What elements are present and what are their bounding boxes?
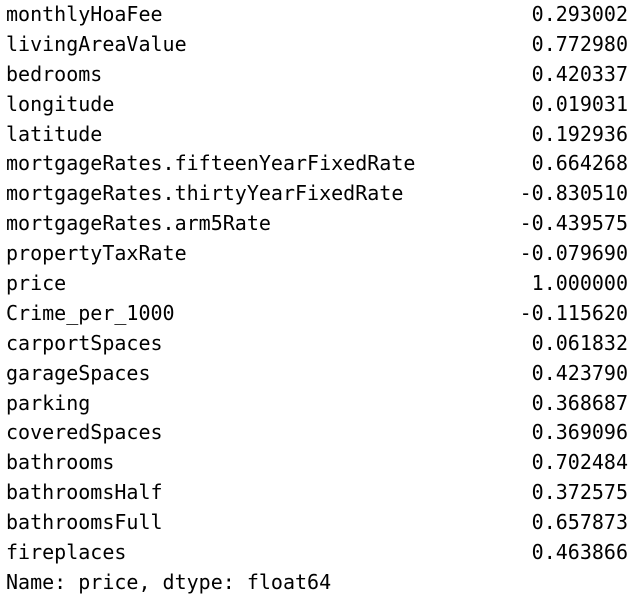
series-row-value: 0.664268 bbox=[531, 151, 628, 176]
series-row-value: 0.372575 bbox=[531, 480, 628, 505]
series-row: price 1.000000 bbox=[6, 269, 628, 299]
series-row: latitude 0.192936 bbox=[6, 120, 628, 150]
series-row: bathroomsHalf 0.372575 bbox=[6, 478, 628, 508]
series-row-label: bathroomsHalf bbox=[6, 480, 163, 505]
series-row-label: garageSpaces bbox=[6, 360, 151, 385]
series-row-value: 0.061832 bbox=[531, 330, 628, 355]
series-row-label: mortgageRates.arm5Rate bbox=[6, 211, 271, 236]
series-output: monthlyHoaFee 0.293002 livingAreaValue 0.77… bbox=[6, 0, 628, 598]
series-row-label: bedrooms bbox=[6, 61, 103, 86]
series-row-value: 0.369096 bbox=[531, 420, 628, 445]
series-row-value: 0.423790 bbox=[531, 360, 628, 385]
series-row-label: livingAreaValue bbox=[6, 31, 187, 56]
series-row-label: longitude bbox=[6, 91, 115, 116]
series-row-label: coveredSpaces bbox=[6, 420, 163, 445]
series-row: fireplaces 0.463866 bbox=[6, 538, 628, 568]
series-row-value: -0.079690 bbox=[519, 241, 628, 266]
series-row-value: 0.293002 bbox=[531, 2, 628, 26]
series-row-label: latitude bbox=[6, 121, 103, 146]
series-row: propertyTaxRate -0.079690 bbox=[6, 239, 628, 269]
series-row: parking 0.368687 bbox=[6, 389, 628, 419]
series-row: bathrooms 0.702484 bbox=[6, 448, 628, 478]
series-row: mortgageRates.fifteenYearFixedRate 0.6642… bbox=[6, 149, 628, 179]
series-row-label: price bbox=[6, 271, 67, 296]
series-row-label: Crime_per_1000 bbox=[6, 300, 175, 325]
series-row-label: mortgageRates.fifteenYearFixedRate bbox=[6, 151, 416, 176]
series-row-label: parking bbox=[6, 390, 91, 415]
series-row-value: -0.439575 bbox=[519, 211, 628, 236]
series-row: garageSpaces 0.423790 bbox=[6, 359, 628, 389]
series-row-label: carportSpaces bbox=[6, 330, 163, 355]
series-row-value: 0.702484 bbox=[531, 450, 628, 475]
series-row: coveredSpaces 0.369096 bbox=[6, 418, 628, 448]
series-row: carportSpaces 0.061832 bbox=[6, 329, 628, 359]
series-row-value: -0.830510 bbox=[519, 181, 628, 206]
series-row-value: 0.463866 bbox=[531, 540, 628, 565]
series-row: mortgageRates.arm5Rate -0.439575 bbox=[6, 209, 628, 239]
series-row-value: 1.000000 bbox=[531, 271, 628, 296]
series-footer: Name: price, dtype: float64 bbox=[6, 569, 332, 594]
series-row-label: mortgageRates.thirtyYearFixedRate bbox=[6, 181, 404, 206]
series-row-label: bathroomsFull bbox=[6, 510, 163, 535]
series-row-value: 0.368687 bbox=[531, 390, 628, 415]
series-row-value: 0.657873 bbox=[531, 510, 628, 535]
series-row: mortgageRates.thirtyYearFixedRate -0.8305… bbox=[6, 179, 628, 209]
series-row: monthlyHoaFee 0.293002 bbox=[6, 0, 628, 30]
series-row-value: 0.192936 bbox=[531, 121, 628, 146]
series-row: longitude 0.019031 bbox=[6, 90, 628, 120]
series-row-label: fireplaces bbox=[6, 540, 127, 565]
series-row-label: propertyTaxRate bbox=[6, 241, 187, 266]
series-row: livingAreaValue 0.772980 bbox=[6, 30, 628, 60]
series-row-value: 0.420337 bbox=[531, 61, 628, 86]
series-row: bedrooms 0.420337 bbox=[6, 60, 628, 90]
series-row: Crime_per_1000 -0.115620 bbox=[6, 299, 628, 329]
series-row-value: -0.115620 bbox=[519, 300, 628, 325]
series-row-label: bathrooms bbox=[6, 450, 115, 475]
series-row-label: monthlyHoaFee bbox=[6, 2, 163, 26]
series-row-value: 0.019031 bbox=[531, 91, 628, 116]
series-rows: monthlyHoaFee 0.293002 livingAreaValue 0.77… bbox=[6, 0, 628, 568]
series-row-value: 0.772980 bbox=[531, 31, 628, 56]
series-row: bathroomsFull 0.657873 bbox=[6, 508, 628, 538]
